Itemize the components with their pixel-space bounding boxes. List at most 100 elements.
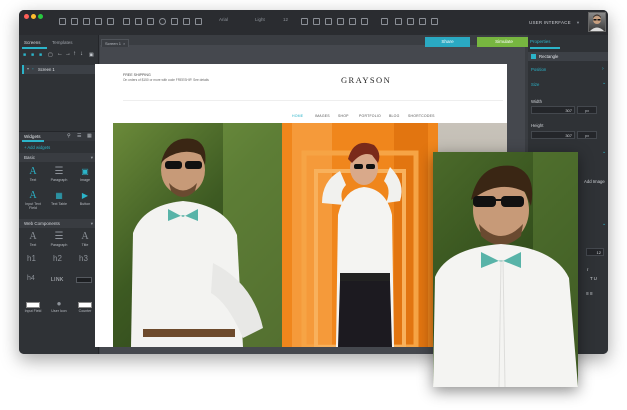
- chevron-down-icon[interactable]: ⌄: [602, 149, 606, 155]
- widget-input-text-field[interactable]: A Input Text Field: [22, 190, 44, 210]
- nav-blog[interactable]: BLOG: [389, 114, 400, 118]
- share-button[interactable]: Share: [425, 37, 470, 47]
- add-screen-icon[interactable]: ■: [23, 52, 26, 58]
- close-icon[interactable]: ×: [123, 41, 125, 46]
- avatar[interactable]: [588, 12, 606, 32]
- crop-icon[interactable]: [431, 18, 438, 25]
- underline-icon[interactable]: [325, 18, 332, 25]
- tab-screens[interactable]: Screens: [24, 40, 41, 45]
- nav-portfolio[interactable]: PORTFOLIO: [359, 114, 381, 118]
- bold-icon[interactable]: [301, 18, 308, 25]
- tab-screen-1[interactable]: Screen 1 ×: [101, 39, 129, 47]
- widget-input-field[interactable]: Input Field: [22, 300, 44, 320]
- folder-icon[interactable]: ■: [31, 52, 34, 58]
- arrow-down-icon[interactable]: ↓: [80, 51, 83, 57]
- trash-icon[interactable]: ▣: [89, 52, 94, 58]
- italic-icon[interactable]: I: [587, 267, 588, 272]
- grid-view-icon[interactable]: ▦: [87, 133, 92, 139]
- save-icon[interactable]: [83, 18, 90, 25]
- arrow-up-icon[interactable]: ↑: [73, 51, 76, 57]
- add-image-link[interactable]: Add Image: [584, 179, 605, 184]
- arrow-left-icon[interactable]: ←: [57, 51, 63, 57]
- position-section[interactable]: Position: [531, 67, 546, 72]
- widget-button[interactable]: ▶ Button: [74, 190, 96, 210]
- widget-button-dark[interactable]: [76, 277, 92, 283]
- widget-h1[interactable]: h1: [27, 254, 36, 263]
- text-style-icons[interactable]: T U: [590, 276, 597, 281]
- link-icon[interactable]: [147, 18, 154, 25]
- widget-link[interactable]: LINK: [51, 277, 64, 283]
- image-icon[interactable]: [183, 18, 190, 25]
- widget-h3[interactable]: h3: [79, 254, 88, 263]
- chevron-right-icon[interactable]: ›: [602, 66, 604, 72]
- widget-counter[interactable]: Counter: [74, 300, 96, 320]
- widget-h4[interactable]: h4: [27, 275, 35, 282]
- zoom-window-button[interactable]: [38, 14, 43, 19]
- widget-image[interactable]: ▣ Image: [74, 166, 96, 186]
- device-icon[interactable]: [195, 18, 202, 25]
- list-view-icon[interactable]: ☰: [77, 133, 81, 139]
- input-text-icon: A: [29, 190, 37, 201]
- text-align-icon[interactable]: [337, 18, 344, 25]
- list-icon[interactable]: [349, 18, 356, 25]
- simulate-button[interactable]: Simulate: [477, 37, 531, 47]
- hero-photo-man[interactable]: [113, 123, 282, 347]
- font-weight-select[interactable]: Light: [255, 17, 265, 22]
- font-size-field[interactable]: 12: [586, 248, 604, 256]
- site-logo[interactable]: GRAYSON: [341, 75, 391, 85]
- height-unit-select[interactable]: px: [577, 131, 597, 139]
- tab-widgets[interactable]: Widgets: [24, 134, 41, 139]
- web-components-section-header[interactable]: Web Components ▾: [19, 219, 99, 228]
- new-file-icon[interactable]: [59, 18, 66, 25]
- arrange-icon[interactable]: [419, 18, 426, 25]
- duplicate-icon[interactable]: ■: [39, 52, 42, 58]
- widget-web-text[interactable]: A Text: [22, 231, 44, 251]
- nav-shortcodes[interactable]: SHORTCODES: [408, 114, 435, 118]
- hero-photo-woman[interactable]: [282, 123, 438, 347]
- arrow-right-icon[interactable]: →: [65, 51, 71, 57]
- nav-shop[interactable]: SHOP: [338, 114, 349, 118]
- width-unit-select[interactable]: px: [577, 106, 597, 114]
- chevron-down-icon[interactable]: ⌄: [602, 80, 606, 86]
- nav-images[interactable]: IMAGES: [315, 114, 330, 118]
- overlay-photo-man[interactable]: [433, 152, 578, 387]
- user-interface-label[interactable]: USER INTERFACE: [529, 20, 571, 25]
- redo-icon[interactable]: [107, 18, 114, 25]
- minimize-window-button[interactable]: [31, 14, 36, 19]
- delete-icon[interactable]: ▢: [48, 52, 53, 58]
- distribute-icon[interactable]: [407, 18, 414, 25]
- widget-user-icon[interactable]: ● User Icon: [48, 300, 70, 320]
- add-widgets-link[interactable]: + Add widgets: [24, 145, 50, 150]
- width-input[interactable]: 307: [531, 106, 575, 114]
- font-family-select[interactable]: Arial: [219, 17, 228, 22]
- color-icon[interactable]: [159, 18, 166, 25]
- spacing-icon[interactable]: [361, 18, 368, 25]
- close-window-button[interactable]: [24, 14, 29, 19]
- align-icons[interactable]: ≡ ≡: [586, 291, 593, 297]
- lock-icon[interactable]: [171, 18, 178, 25]
- layer-icon[interactable]: [395, 18, 402, 25]
- chevron-down-icon[interactable]: ▼: [576, 20, 580, 25]
- italic-icon[interactable]: [313, 18, 320, 25]
- tree-item-screen-1[interactable]: ▾ ▫ Screen 1: [22, 65, 96, 74]
- height-input[interactable]: 307: [531, 131, 575, 139]
- size-section[interactable]: Size: [531, 82, 539, 87]
- align-icon[interactable]: [123, 18, 130, 25]
- nav-home[interactable]: HOME: [292, 114, 303, 118]
- basic-section-header[interactable]: Basic ▾: [19, 153, 99, 162]
- widget-web-title[interactable]: A Title: [74, 231, 96, 251]
- tab-templates[interactable]: Templates: [52, 40, 73, 45]
- widget-web-paragraph[interactable]: ☰ Paragraph: [48, 231, 70, 251]
- widget-paragraph[interactable]: ☰ Paragraph: [48, 166, 70, 186]
- widget-label: User Icon: [51, 309, 67, 313]
- search-icon[interactable]: ⚲: [67, 133, 71, 139]
- undo-icon[interactable]: [95, 18, 102, 25]
- group-icon[interactable]: [135, 18, 142, 25]
- eyedropper-icon[interactable]: [381, 18, 388, 25]
- folder-icon[interactable]: [71, 18, 78, 25]
- widget-text-table[interactable]: ▦ Text Table: [48, 190, 70, 210]
- chevron-down-icon[interactable]: ⌄: [602, 221, 606, 227]
- widget-text[interactable]: A Text: [22, 166, 44, 186]
- font-size-select[interactable]: 12: [283, 17, 288, 22]
- widget-h2[interactable]: h2: [53, 254, 62, 263]
